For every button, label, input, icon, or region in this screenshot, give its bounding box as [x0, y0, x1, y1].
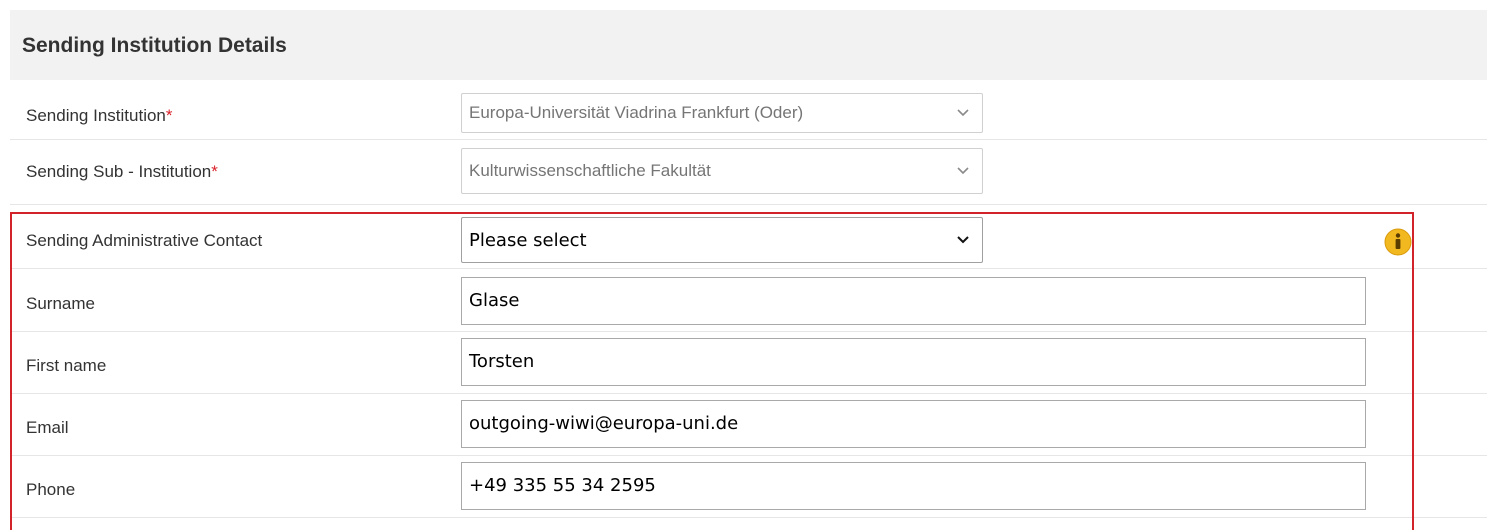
phone-value: +49 335 55 34 2595 [469, 475, 656, 496]
sending-institution-form: Sending Institution Details Sending Inst… [0, 0, 1487, 530]
phone-label: Phone [26, 480, 76, 499]
sending-sub-institution-select[interactable]: Kulturwissenschaftliche Fakultät [461, 148, 983, 194]
section-title: Sending Institution Details [22, 34, 287, 57]
administrative-contact-label: Sending Administrative Contact [26, 231, 263, 250]
row-divider [10, 517, 1487, 518]
row-divider [10, 331, 1487, 332]
chevron-down-icon [957, 167, 969, 175]
info-icon[interactable] [1383, 227, 1413, 257]
sending-sub-institution-value: Kulturwissenschaftliche Fakultät [469, 161, 711, 180]
required-marker: * [211, 162, 218, 181]
administrative-contact-select[interactable]: Please select [461, 217, 983, 263]
first-name-input[interactable]: Torsten [461, 338, 1366, 386]
email-value: outgoing-wiwi@europa-uni.de [469, 413, 739, 434]
row-divider [10, 268, 1487, 269]
sending-institution-label: Sending Institution* [26, 106, 173, 125]
required-marker: * [165, 106, 173, 125]
surname-value: Glase [469, 290, 520, 311]
email-label: Email [26, 418, 69, 437]
chevron-down-icon [957, 109, 969, 117]
surname-label: Surname [26, 294, 95, 313]
phone-input[interactable]: +49 335 55 34 2595 [461, 462, 1366, 510]
row-divider [10, 139, 1487, 140]
sending-institution-value: Europa-Universität Viadrina Frankfurt (O… [469, 103, 804, 122]
surname-input[interactable]: Glase [461, 277, 1366, 325]
row-divider [10, 455, 1487, 456]
row-divider [10, 393, 1487, 394]
email-input[interactable]: outgoing-wiwi@europa-uni.de [461, 400, 1366, 448]
first-name-label: First name [26, 356, 107, 375]
row-divider [10, 204, 1487, 205]
sending-sub-institution-label: Sending Sub - Institution* [26, 162, 218, 181]
administrative-contact-value: Please select [469, 230, 587, 251]
sending-institution-select[interactable]: Europa-Universität Viadrina Frankfurt (O… [461, 93, 983, 133]
chevron-down-icon [957, 236, 969, 244]
first-name-value: Torsten [469, 351, 535, 372]
